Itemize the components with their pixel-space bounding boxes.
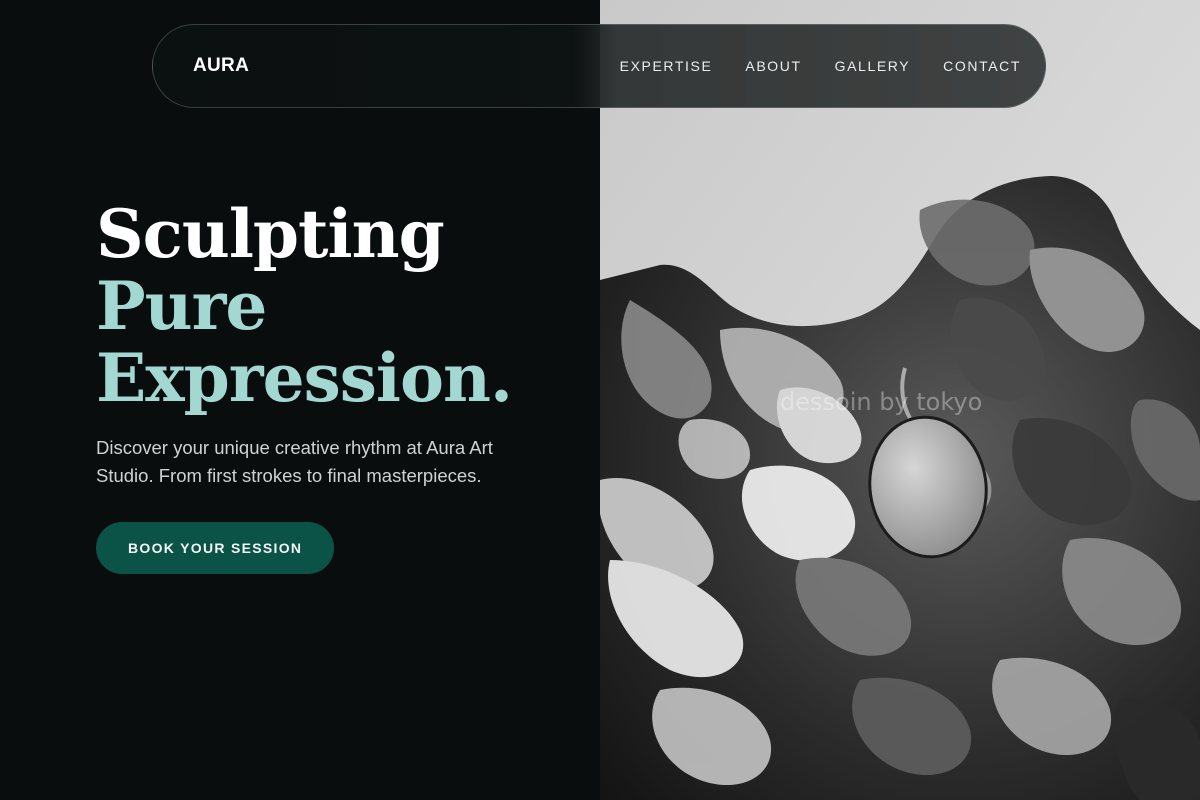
headline-line-2: Pure xyxy=(96,267,267,345)
nav-link-expertise[interactable]: EXPERTISE xyxy=(620,58,713,74)
landing-page: dessoin by tokyo AURA EXPERTISE ABOUT GA… xyxy=(0,0,1200,800)
nav-link-contact[interactable]: CONTACT xyxy=(943,58,1021,74)
nav-link-about[interactable]: ABOUT xyxy=(745,58,801,74)
hero-headline: Sculpting Pure Expression. xyxy=(96,198,566,414)
book-session-button[interactable]: BOOK YOUR SESSION xyxy=(96,522,335,574)
headline-line-3: Expression. xyxy=(96,339,513,417)
nav-links: EXPERTISE ABOUT GALLERY CONTACT xyxy=(620,58,1021,74)
top-navbar: AURA EXPERTISE ABOUT GALLERY CONTACT xyxy=(152,24,1046,108)
hero-description: Discover your unique creative rhythm at … xyxy=(96,437,493,486)
hero-section: Sculpting Pure Expression. Discover your… xyxy=(96,198,566,574)
image-watermark: dessoin by tokyo xyxy=(780,388,983,416)
nav-link-gallery[interactable]: GALLERY xyxy=(835,58,911,74)
brand-logo[interactable]: AURA xyxy=(193,55,249,77)
headline-line-1: Sculpting xyxy=(96,195,445,273)
